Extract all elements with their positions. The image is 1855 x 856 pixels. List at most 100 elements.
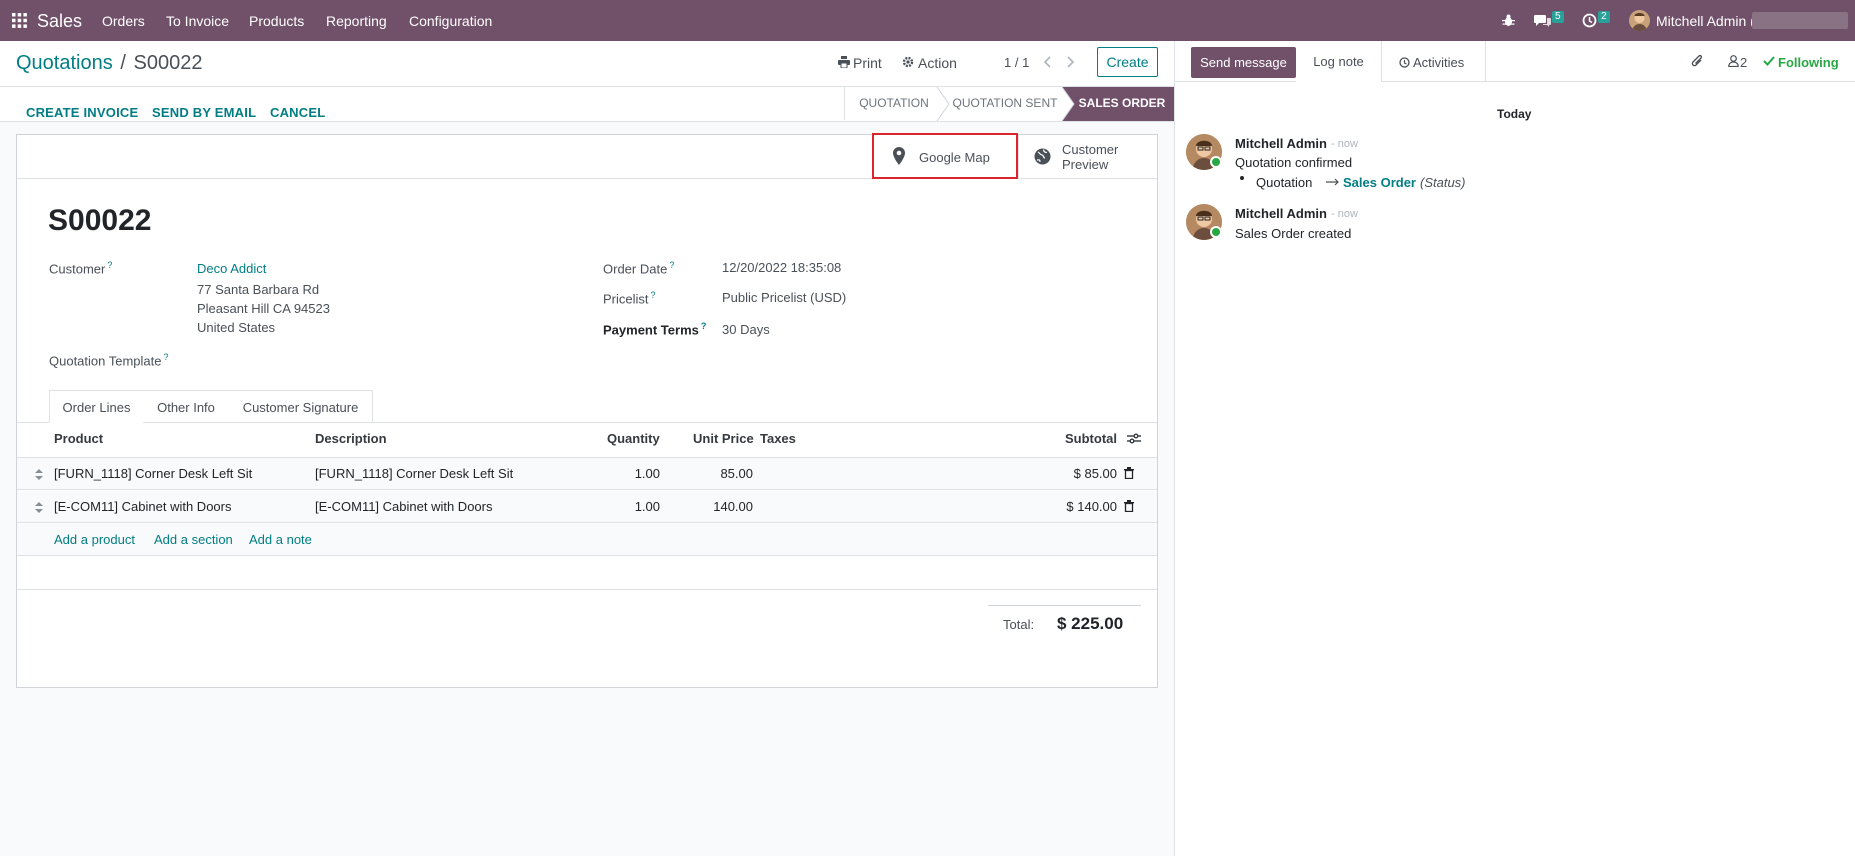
add-note-link[interactable]: Add a note bbox=[249, 532, 312, 547]
tab-order-lines[interactable]: Order Lines bbox=[49, 390, 144, 423]
user-avatar[interactable] bbox=[1629, 10, 1650, 31]
stage-quotation[interactable]: QUOTATION bbox=[853, 87, 935, 120]
message-author[interactable]: Mitchell Admin bbox=[1235, 136, 1327, 151]
pricelist-value[interactable]: Public Pricelist (USD) bbox=[722, 290, 846, 305]
col-taxes[interactable]: Taxes bbox=[760, 431, 796, 446]
total-value: $ 225.00 bbox=[1057, 614, 1124, 633]
column-settings-icon[interactable] bbox=[1127, 432, 1141, 445]
breadcrumb-quotations[interactable]: Quotations bbox=[16, 52, 113, 74]
breadcrumb: Quotations / S00022 bbox=[16, 52, 203, 75]
row-unit-price[interactable]: 140.00 bbox=[700, 499, 753, 514]
user-menu-name[interactable]: Mitchell Admin ( bbox=[1656, 0, 1755, 41]
record-title: S00022 bbox=[48, 204, 152, 237]
total-label: Total: bbox=[1003, 617, 1035, 632]
tracking-field: (Status) bbox=[1420, 175, 1466, 190]
tracking-old-value: Quotation bbox=[1256, 175, 1313, 190]
tab-other-info[interactable]: Other Info bbox=[143, 390, 230, 423]
menu-orders[interactable]: Orders bbox=[102, 0, 145, 41]
create-invoice-button[interactable]: CREATE INVOICE bbox=[26, 105, 138, 120]
print-button[interactable]: Print bbox=[853, 55, 882, 71]
pager-next-icon[interactable] bbox=[1066, 56, 1075, 68]
send-message-button[interactable]: Send message bbox=[1191, 47, 1296, 78]
menu-configuration[interactable]: Configuration bbox=[409, 0, 492, 41]
message-body: Sales Order created bbox=[1235, 226, 1352, 241]
action-button[interactable]: Action bbox=[918, 55, 957, 71]
menu-products[interactable]: Products bbox=[249, 0, 304, 41]
payment-terms-value[interactable]: 30 Days bbox=[722, 322, 770, 337]
row-unit-price[interactable]: 85.00 bbox=[700, 466, 753, 481]
pager-value[interactable]: 1 / 1 bbox=[1004, 55, 1029, 70]
trash-icon[interactable] bbox=[1124, 500, 1134, 512]
row-description[interactable]: [FURN_1118] Corner Desk Left Sit bbox=[315, 466, 513, 481]
paperclip-icon[interactable] bbox=[1691, 54, 1704, 69]
pricelist-label: Pricelist? bbox=[603, 290, 656, 307]
app-name[interactable]: Sales bbox=[37, 0, 82, 41]
row-drag-handle-icon[interactable] bbox=[35, 469, 43, 480]
row-quantity[interactable]: 1.00 bbox=[630, 466, 660, 481]
chatter-topbar-divider bbox=[1175, 81, 1855, 82]
menu-to-invoice[interactable]: To Invoice bbox=[166, 0, 229, 41]
menu-reporting[interactable]: Reporting bbox=[326, 0, 387, 41]
total-divider bbox=[988, 605, 1141, 606]
following-button[interactable]: Following bbox=[1778, 55, 1839, 70]
col-unit-price[interactable]: Unit Price bbox=[693, 431, 754, 446]
today-separator: Today bbox=[1497, 107, 1532, 121]
followers-user-icon[interactable] bbox=[1728, 55, 1739, 67]
col-quantity[interactable]: Quantity bbox=[607, 431, 660, 446]
customer-preview-label-2[interactable]: Preview bbox=[1062, 157, 1108, 172]
row-drag-handle-icon[interactable] bbox=[35, 502, 43, 513]
trash-icon[interactable] bbox=[1124, 467, 1134, 479]
message-body: Quotation confirmed bbox=[1235, 155, 1353, 170]
add-section-link[interactable]: Add a section bbox=[154, 532, 233, 547]
main-navbar: Sales Orders To Invoice Products Reporti… bbox=[0, 0, 1855, 41]
col-product[interactable]: Product bbox=[54, 431, 103, 446]
breadcrumb-separator: / bbox=[120, 52, 126, 74]
messages-count-badge: 5 bbox=[1552, 11, 1564, 23]
send-by-email-button[interactable]: SEND BY EMAIL bbox=[152, 105, 256, 120]
row-description[interactable]: [E-COM11] Cabinet with Doors bbox=[315, 499, 493, 514]
debug-bug-icon[interactable] bbox=[1502, 14, 1515, 27]
customer-preview-label-1[interactable]: Customer bbox=[1062, 142, 1118, 157]
button-box-divider bbox=[1018, 135, 1019, 179]
tracking-new-value: Sales Order bbox=[1343, 175, 1416, 190]
add-product-link[interactable]: Add a product bbox=[54, 532, 135, 547]
stage-quotation-sent[interactable]: QUOTATION SENT bbox=[950, 87, 1060, 120]
activities-button[interactable]: Activities bbox=[1413, 55, 1464, 70]
create-button[interactable]: Create bbox=[1097, 47, 1158, 77]
quotation-template-field[interactable] bbox=[197, 348, 537, 370]
message-author[interactable]: Mitchell Admin bbox=[1235, 206, 1327, 221]
activities-count-badge: 2 bbox=[1598, 11, 1610, 23]
print-icon[interactable] bbox=[838, 56, 850, 68]
bullet-icon bbox=[1240, 176, 1244, 180]
stage-sales-order[interactable]: SALES ORDER bbox=[1074, 87, 1170, 120]
messages-icon[interactable] bbox=[1534, 13, 1551, 28]
globe-icon[interactable] bbox=[1034, 148, 1051, 165]
arrow-right-icon bbox=[1326, 178, 1340, 186]
col-description[interactable]: Description bbox=[315, 431, 387, 446]
gear-icon[interactable] bbox=[902, 56, 914, 68]
log-note-button[interactable]: Log note bbox=[1296, 41, 1382, 82]
col-subtotal[interactable]: Subtotal bbox=[1065, 431, 1117, 446]
row-product[interactable]: [FURN_1118] Corner Desk Left Sit bbox=[54, 466, 252, 481]
table-bottom-divider bbox=[17, 589, 1157, 590]
followers-count[interactable]: 2 bbox=[1740, 55, 1747, 70]
row-subtotal: $ 85.00 bbox=[1073, 466, 1117, 481]
activities-clock-icon[interactable] bbox=[1399, 57, 1410, 68]
order-date-value[interactable]: 12/20/2022 18:35:08 bbox=[722, 260, 841, 275]
cancel-button[interactable]: CANCEL bbox=[270, 105, 325, 120]
online-status-icon bbox=[1210, 156, 1222, 168]
customer-address-country: United States bbox=[197, 320, 276, 335]
pager-previous-icon[interactable] bbox=[1043, 56, 1052, 68]
activities-clock-icon[interactable] bbox=[1582, 13, 1597, 28]
quotation-template-label: Quotation Template? bbox=[49, 352, 169, 369]
app-grid-icon[interactable] bbox=[12, 13, 27, 28]
google-map-label: Google Map bbox=[919, 150, 990, 165]
check-icon bbox=[1763, 56, 1775, 66]
tab-customer-signature[interactable]: Customer Signature bbox=[229, 390, 373, 423]
breadcrumb-current: S00022 bbox=[133, 52, 203, 74]
row-product[interactable]: [E-COM11] Cabinet with Doors bbox=[54, 499, 232, 514]
online-status-icon bbox=[1210, 226, 1222, 238]
row-quantity[interactable]: 1.00 bbox=[630, 499, 660, 514]
customer-link[interactable]: Deco Addict bbox=[197, 261, 266, 276]
order-date-label: Order Date? bbox=[603, 260, 675, 277]
